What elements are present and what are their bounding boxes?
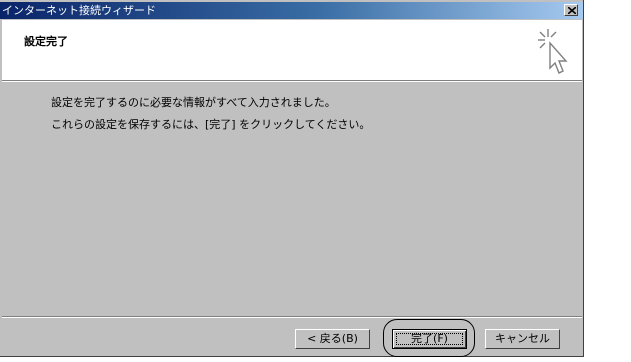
header-divider — [2, 81, 582, 82]
close-button[interactable] — [564, 4, 578, 16]
window-title: インターネット接続ウィザード — [2, 4, 156, 17]
highlight-circle — [383, 319, 475, 357]
close-icon — [568, 7, 576, 14]
wizard-window: インターネット接続ウィザード 設定完了 設定を完了するのに必要な情報がすべて入力… — [0, 0, 584, 357]
page-title: 設定完了 — [24, 35, 68, 48]
title-bar[interactable]: インターネット接続ウィザード — [0, 2, 583, 19]
back-button[interactable]: < 戻る(B) — [295, 329, 370, 349]
info-line-1: 設定を完了するのに必要な情報がすべて入力されました。 — [51, 96, 336, 109]
wizard-header: 設定完了 — [2, 20, 582, 81]
wizard-click-cursor-icon — [538, 29, 568, 74]
cancel-button[interactable]: キャンセル — [485, 329, 560, 349]
info-line-2: これらの設定を保存するには、[完了] をクリックしてください。 — [51, 118, 371, 131]
